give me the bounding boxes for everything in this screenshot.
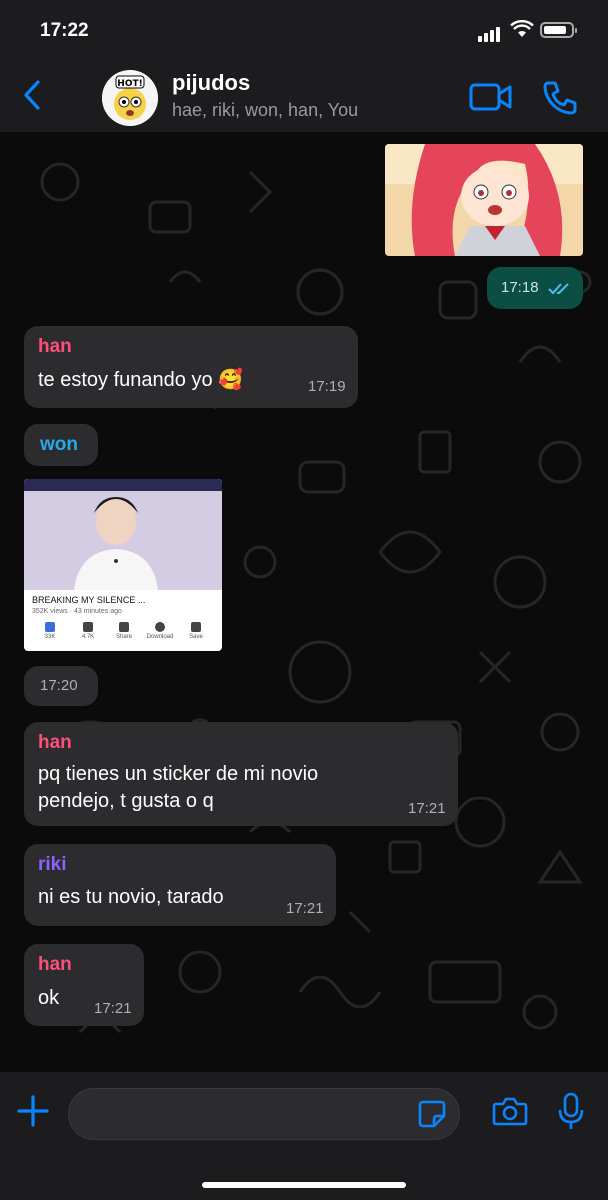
video-thumbnail (24, 479, 222, 590)
group-members[interactable]: hae, riki, won, han, You (172, 100, 358, 121)
download-action: Download (142, 622, 178, 640)
message-time: 17:21 (94, 1000, 132, 1017)
sender-name: han (38, 732, 72, 753)
camera-icon[interactable] (492, 1096, 528, 1126)
message-time: 17:19 (308, 378, 346, 395)
message-time: 17:21 (286, 900, 324, 917)
microphone-icon[interactable] (558, 1092, 584, 1132)
anime-girl-image (385, 144, 583, 256)
thumbs-up-icon (45, 622, 55, 632)
cellular-signal-icon (478, 24, 502, 42)
dislike-action: 4.7K (70, 622, 106, 640)
sender-name: han (38, 336, 72, 357)
battery-icon (540, 22, 577, 38)
message-bubble[interactable]: han ok 17:21 (24, 944, 144, 1026)
sticker-icon[interactable] (417, 1099, 447, 1129)
message-text: te estoy funando yo 🥰 (38, 369, 244, 391)
avatar-label: HOT! (117, 79, 142, 89)
group-avatar[interactable]: HOT! (102, 70, 158, 126)
message-text: ok (38, 987, 60, 1009)
dislike-count: 4.7K (81, 634, 95, 640)
home-indicator[interactable] (202, 1182, 406, 1188)
double-check-icon (548, 283, 569, 295)
message-bubble[interactable]: han pq tienes un sticker de mi novio pen… (24, 722, 458, 826)
chat-area[interactable]: 17:18 han te estoy funando yo 🥰 17:19 wo… (0, 132, 608, 1072)
like-action: 33K (32, 622, 68, 640)
message-text-line1: pq tienes un sticker de mi novio (38, 763, 319, 785)
status-bar: 17:22 (0, 0, 608, 60)
video-title: BREAKING MY SILENCE ... (32, 595, 146, 605)
video-meta: 352K views · 43 minutes ago (32, 608, 122, 615)
download-icon (155, 622, 165, 632)
share-icon (119, 622, 129, 632)
phone-call-icon[interactable] (540, 78, 580, 118)
sender-name: han (38, 954, 72, 975)
message-time: 17:18 (501, 279, 539, 296)
sender-name: won (40, 434, 78, 455)
download-label: Download (146, 634, 174, 640)
message-text: ni es tu novio, tarado (38, 886, 224, 908)
share-action: Share (106, 622, 142, 640)
save-action: Save (178, 622, 214, 640)
message-input[interactable] (68, 1088, 460, 1140)
back-chevron-icon[interactable] (20, 78, 46, 112)
time-bubble: 17:20 (24, 666, 98, 706)
message-bubble[interactable]: han te estoy funando yo 🥰 17:19 (24, 326, 358, 408)
outgoing-image-message[interactable] (385, 144, 583, 256)
save-icon (191, 622, 201, 632)
sender-name: riki (38, 854, 67, 875)
chat-header: HOT! pijudos hae, riki, won, han, You (0, 60, 608, 133)
video-call-icon[interactable] (468, 80, 514, 114)
group-name[interactable]: pijudos (172, 70, 250, 96)
save-label: Save (189, 634, 203, 640)
status-time: 17:22 (40, 20, 89, 41)
video-actions: 33K 4.7K Share Download Save (24, 622, 222, 650)
wifi-icon (510, 20, 534, 37)
like-count: 33K (44, 634, 56, 640)
sender-bubble[interactable]: won (24, 424, 98, 466)
message-bubble[interactable]: riki ni es tu novio, tarado 17:21 (24, 844, 336, 926)
hot-sticker-icon: HOT! (102, 70, 158, 126)
plus-icon[interactable] (16, 1094, 50, 1128)
composer-bar (0, 1072, 608, 1200)
message-text-line2: pendejo, t gusta o q (38, 790, 214, 812)
message-time: 17:20 (40, 677, 78, 694)
thumbs-down-icon (83, 622, 93, 632)
outgoing-time-bubble: 17:18 (487, 267, 583, 309)
message-time: 17:21 (408, 800, 446, 817)
youtube-sticker-message[interactable]: BREAKING MY SILENCE ... 352K views · 43 … (24, 479, 222, 651)
share-label: Share (115, 634, 132, 640)
